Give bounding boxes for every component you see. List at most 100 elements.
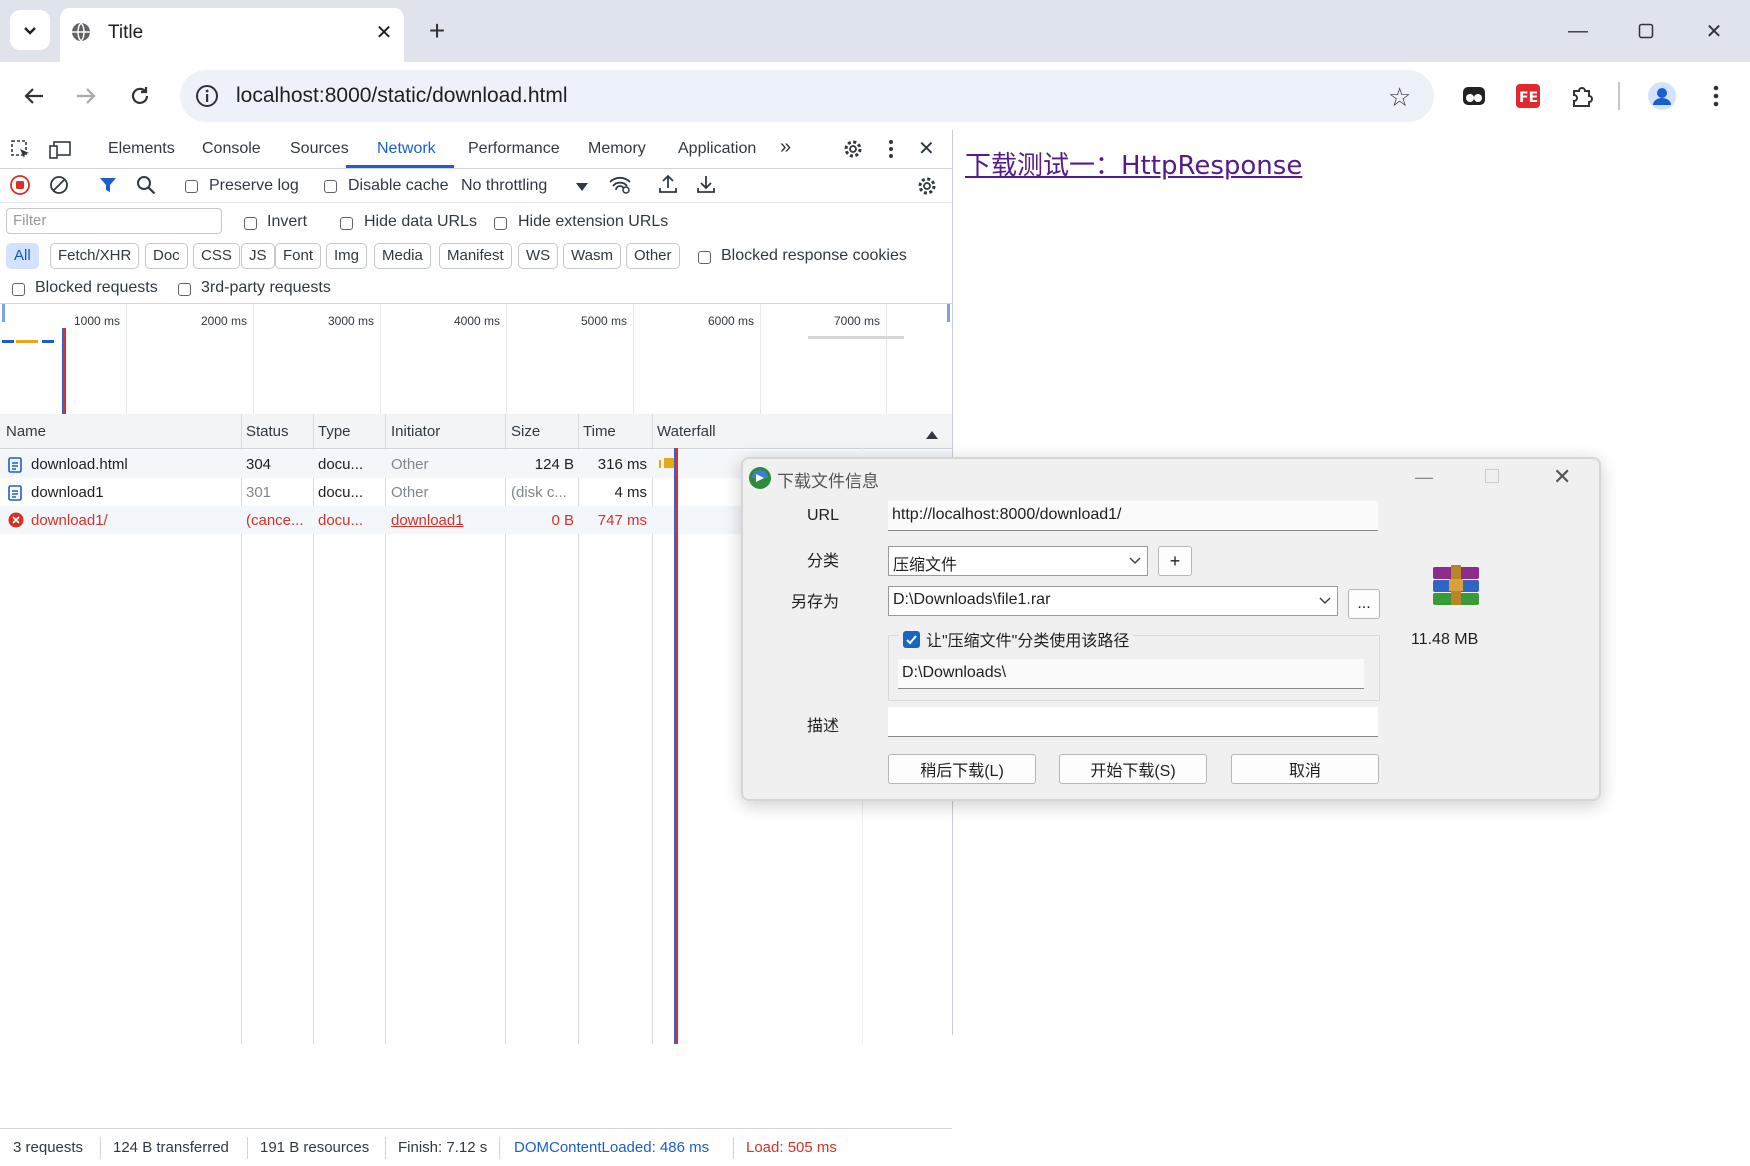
tab-performance[interactable]: Performance bbox=[468, 140, 560, 158]
clear-icon[interactable] bbox=[49, 175, 69, 199]
bookmark-star-icon[interactable]: ☆ bbox=[1388, 82, 1411, 113]
more-tabs-button[interactable]: » bbox=[780, 136, 791, 159]
chip-ws[interactable]: WS bbox=[518, 243, 559, 269]
default-path-field[interactable]: D:\Downloads\ bbox=[898, 659, 1364, 689]
remember-path-option[interactable]: 让"压缩文件"分类使用该路径 bbox=[899, 627, 1134, 651]
overview-right-handle[interactable] bbox=[947, 304, 950, 322]
close-devtools-icon[interactable]: ✕ bbox=[918, 136, 935, 161]
search-icon[interactable] bbox=[136, 175, 156, 199]
tab-sources[interactable]: Sources bbox=[290, 140, 349, 158]
col-name[interactable]: Name bbox=[6, 423, 46, 440]
chip-all[interactable]: All bbox=[6, 243, 39, 269]
overview-left-handle[interactable] bbox=[2, 304, 5, 322]
import-har-icon[interactable] bbox=[658, 174, 678, 198]
chip-font[interactable]: Font bbox=[275, 243, 322, 269]
col-initiator[interactable]: Initiator bbox=[391, 423, 440, 440]
hide-extension-urls-checkbox[interactable] bbox=[494, 214, 507, 231]
fe-extension-icon[interactable]: FE bbox=[1512, 80, 1544, 112]
overview-gridline bbox=[126, 304, 127, 414]
invert-checkbox[interactable] bbox=[244, 214, 257, 231]
col-size[interactable]: Size bbox=[511, 423, 540, 440]
tab-console[interactable]: Console bbox=[202, 140, 261, 158]
url-label: URL bbox=[806, 507, 839, 524]
tab-search-button[interactable] bbox=[10, 10, 50, 50]
browser-tab[interactable]: Title ✕ bbox=[60, 8, 404, 62]
chip-manifest[interactable]: Manifest bbox=[439, 243, 512, 269]
maximize-button[interactable] bbox=[1622, 14, 1670, 48]
chevron-down-icon bbox=[1129, 557, 1141, 565]
tab-strip: Title ✕ + — ✕ bbox=[0, 0, 1750, 62]
close-tab-icon[interactable]: ✕ bbox=[372, 20, 396, 44]
hide-extension-urls-label: Hide extension URLs bbox=[518, 213, 669, 230]
download-later-button[interactable]: 稍后下载(L) bbox=[888, 754, 1036, 784]
chip-img[interactable]: Img bbox=[326, 243, 368, 269]
network-conditions-icon[interactable] bbox=[608, 175, 632, 199]
settings-gear-icon[interactable] bbox=[842, 138, 864, 164]
save-as-select[interactable]: D:\Downloads\file1.rar bbox=[888, 586, 1338, 616]
cancel-button[interactable]: 取消 bbox=[1231, 754, 1379, 784]
chip-doc[interactable]: Doc bbox=[145, 243, 188, 269]
tab-network[interactable]: Network bbox=[377, 140, 436, 158]
download-test-link[interactable]: 下载测试一：HttpResponse bbox=[965, 145, 1302, 182]
chip-js[interactable]: JS bbox=[241, 243, 275, 269]
preserve-log-checkbox[interactable] bbox=[185, 177, 198, 194]
row-initiator-link[interactable]: download1 bbox=[391, 512, 464, 529]
add-category-button[interactable]: + bbox=[1158, 546, 1192, 576]
sort-ascending-icon[interactable] bbox=[926, 427, 938, 444]
overview-bar bbox=[808, 336, 904, 339]
chip-other[interactable]: Other bbox=[626, 243, 680, 269]
extensions-puzzle-icon[interactable] bbox=[1566, 80, 1598, 112]
waterfall-bar bbox=[659, 460, 661, 468]
chip-media[interactable]: Media bbox=[374, 243, 431, 269]
chip-wasm[interactable]: Wasm bbox=[563, 243, 621, 269]
third-party-checkbox[interactable] bbox=[178, 280, 191, 297]
record-stop-icon[interactable] bbox=[10, 175, 30, 199]
dialog-minimize-button[interactable]: — bbox=[1415, 467, 1433, 488]
chip-fetch-xhr[interactable]: Fetch/XHR bbox=[50, 243, 140, 269]
forward-button[interactable] bbox=[68, 78, 104, 114]
menu-kebab-icon[interactable] bbox=[1700, 80, 1732, 112]
filter-funnel-icon[interactable] bbox=[99, 176, 117, 198]
remember-path-checkbox[interactable] bbox=[903, 630, 920, 648]
col-type[interactable]: Type bbox=[318, 423, 351, 440]
reload-button[interactable] bbox=[122, 78, 158, 114]
dialog-close-button[interactable]: ✕ bbox=[1553, 464, 1571, 490]
device-toolbar-icon[interactable] bbox=[48, 139, 72, 165]
col-status[interactable]: Status bbox=[246, 423, 289, 440]
chip-css[interactable]: CSS bbox=[193, 243, 240, 269]
export-har-icon[interactable] bbox=[696, 174, 716, 198]
minimize-button[interactable]: — bbox=[1554, 14, 1602, 48]
url-field[interactable]: http://localhost:8000/download1/ bbox=[888, 501, 1378, 531]
url-text[interactable]: localhost:8000/static/download.html bbox=[236, 84, 568, 108]
throttling-dropdown-icon[interactable] bbox=[576, 180, 588, 197]
inspect-element-icon[interactable] bbox=[10, 139, 32, 165]
extension-icon[interactable] bbox=[1458, 80, 1490, 112]
tab-application[interactable]: Application bbox=[678, 140, 756, 158]
back-arrow-icon bbox=[24, 88, 43, 104]
col-waterfall[interactable]: Waterfall bbox=[657, 423, 716, 440]
col-time[interactable]: Time bbox=[583, 423, 616, 440]
tab-memory[interactable]: Memory bbox=[588, 140, 646, 158]
throttling-select[interactable]: No throttling bbox=[461, 177, 547, 195]
hide-data-urls-checkbox[interactable] bbox=[340, 214, 353, 231]
status-separator bbox=[733, 1137, 734, 1159]
devtools-menu-icon[interactable] bbox=[888, 139, 894, 163]
browse-button[interactable]: ... bbox=[1348, 589, 1380, 619]
network-overview[interactable]: 1000 ms 2000 ms 3000 ms 4000 ms 5000 ms … bbox=[0, 303, 952, 415]
tab-elements[interactable]: Elements bbox=[108, 140, 175, 158]
address-bar[interactable]: localhost:8000/static/download.html ☆ bbox=[180, 70, 1434, 122]
blocked-requests-checkbox[interactable] bbox=[12, 280, 25, 297]
profile-avatar-icon[interactable] bbox=[1646, 80, 1678, 112]
description-input[interactable] bbox=[888, 707, 1378, 737]
close-window-button[interactable]: ✕ bbox=[1690, 14, 1738, 48]
disable-cache-checkbox[interactable] bbox=[324, 177, 337, 194]
site-info-icon[interactable] bbox=[194, 83, 220, 109]
new-tab-button[interactable]: + bbox=[420, 14, 454, 48]
network-settings-gear-icon[interactable] bbox=[916, 175, 938, 201]
blocked-cookies-checkbox[interactable] bbox=[698, 248, 711, 265]
filter-input[interactable]: Filter bbox=[6, 208, 222, 234]
category-select[interactable]: 压缩文件 bbox=[888, 546, 1148, 576]
dialog-maximize-button[interactable] bbox=[1485, 469, 1499, 483]
start-download-button[interactable]: 开始下载(S) bbox=[1059, 754, 1207, 784]
back-button[interactable] bbox=[16, 78, 52, 114]
